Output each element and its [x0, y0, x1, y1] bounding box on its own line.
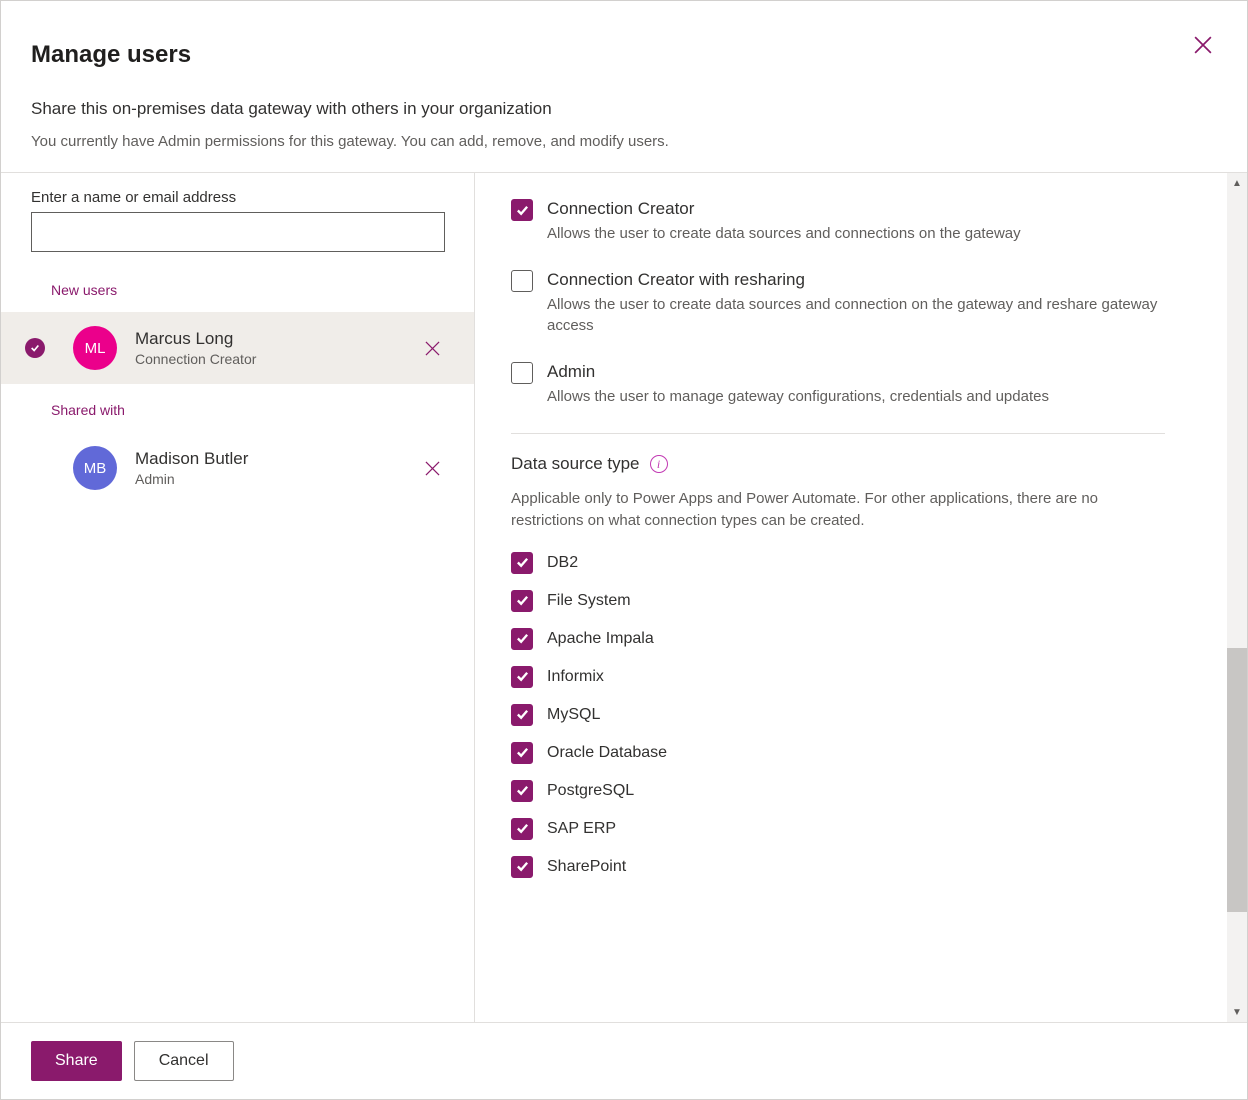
- data-source-label: Informix: [547, 668, 604, 686]
- role-description: Allows the user to create data sources a…: [547, 223, 1021, 244]
- role-checkbox[interactable]: [511, 270, 533, 292]
- data-source-item: DB2: [511, 552, 1165, 574]
- data-source-item: Oracle Database: [511, 742, 1165, 764]
- share-button[interactable]: Share: [31, 1041, 122, 1081]
- close-icon: [1194, 36, 1212, 54]
- role-description: Allows the user to create data sources a…: [547, 294, 1165, 336]
- user-row[interactable]: ML Marcus Long Connection Creator: [1, 312, 474, 384]
- close-icon: [425, 341, 440, 356]
- avatar: MB: [73, 446, 117, 490]
- selected-indicator-icon: [25, 338, 45, 358]
- user-row[interactable]: MB Madison Butler Admin: [1, 432, 474, 504]
- scrollbar-track[interactable]: ▲ ▼: [1227, 173, 1247, 1022]
- dialog-footer: Share Cancel: [1, 1022, 1247, 1099]
- data-source-item: SAP ERP: [511, 818, 1165, 840]
- role-option-admin: Admin Allows the user to manage gateway …: [511, 362, 1165, 407]
- data-source-checkbox[interactable]: [511, 818, 533, 840]
- data-source-label: Oracle Database: [547, 744, 667, 762]
- data-source-type-title: Data source type: [511, 454, 640, 474]
- name-email-input[interactable]: [31, 212, 445, 252]
- role-description: Allows the user to manage gateway config…: [547, 386, 1049, 407]
- data-source-item: Informix: [511, 666, 1165, 688]
- shared-with-header: Shared with: [1, 384, 474, 432]
- data-source-checkbox[interactable]: [511, 742, 533, 764]
- close-icon: [425, 461, 440, 476]
- data-source-checkbox[interactable]: [511, 704, 533, 726]
- data-source-label: SharePoint: [547, 858, 626, 876]
- data-source-checkbox[interactable]: [511, 780, 533, 802]
- data-source-item: Apache Impala: [511, 628, 1165, 650]
- data-source-item: SharePoint: [511, 856, 1165, 878]
- data-source-checkbox[interactable]: [511, 590, 533, 612]
- cancel-button[interactable]: Cancel: [134, 1041, 234, 1081]
- chevron-down-icon[interactable]: ▼: [1227, 1002, 1247, 1022]
- data-source-label: SAP ERP: [547, 820, 616, 838]
- data-source-checkbox[interactable]: [511, 856, 533, 878]
- divider: [511, 433, 1165, 434]
- data-source-label: File System: [547, 592, 631, 610]
- role-option-connection-creator: Connection Creator Allows the user to cr…: [511, 199, 1165, 244]
- role-option-connection-creator-resharing: Connection Creator with resharing Allows…: [511, 270, 1165, 336]
- users-panel: Enter a name or email address New users …: [1, 173, 475, 1022]
- remove-user-button[interactable]: [418, 454, 446, 482]
- data-source-type-note: Applicable only to Power Apps and Power …: [511, 488, 1165, 532]
- data-source-item: File System: [511, 590, 1165, 612]
- user-role: Admin: [135, 471, 418, 487]
- role-label: Admin: [547, 362, 1049, 382]
- data-source-item: MySQL: [511, 704, 1165, 726]
- remove-user-button[interactable]: [418, 334, 446, 362]
- close-button[interactable]: [1187, 29, 1219, 61]
- role-label: Connection Creator with resharing: [547, 270, 1165, 290]
- user-role: Connection Creator: [135, 351, 418, 367]
- page-title: Manage users: [31, 41, 1217, 69]
- dialog-header: Manage users Share this on-premises data…: [1, 1, 1247, 173]
- manage-users-dialog: Manage users Share this on-premises data…: [0, 0, 1248, 1100]
- data-source-label: Apache Impala: [547, 630, 654, 648]
- page-subtitle: Share this on-premises data gateway with…: [31, 99, 1217, 119]
- dialog-body: Enter a name or email address New users …: [1, 173, 1247, 1022]
- role-checkbox[interactable]: [511, 362, 533, 384]
- new-users-header: New users: [1, 264, 474, 312]
- chevron-up-icon[interactable]: ▲: [1227, 173, 1247, 193]
- data-source-item: PostgreSQL: [511, 780, 1165, 802]
- permissions-panel: ▲ ▼ Connection Creator Allows the user t…: [475, 173, 1247, 1022]
- scrollbar-thumb[interactable]: [1227, 648, 1247, 912]
- data-source-label: PostgreSQL: [547, 782, 634, 800]
- data-source-checkbox[interactable]: [511, 666, 533, 688]
- name-input-label: Enter a name or email address: [31, 189, 444, 206]
- avatar: ML: [73, 326, 117, 370]
- info-icon[interactable]: i: [650, 455, 668, 473]
- data-source-label: DB2: [547, 554, 578, 572]
- data-source-label: MySQL: [547, 706, 600, 724]
- role-checkbox[interactable]: [511, 199, 533, 221]
- user-name: Marcus Long: [135, 329, 418, 349]
- data-source-checkbox[interactable]: [511, 628, 533, 650]
- user-name: Madison Butler: [135, 449, 418, 469]
- permissions-note: You currently have Admin permissions for…: [31, 133, 1217, 150]
- role-label: Connection Creator: [547, 199, 1021, 219]
- data-source-checkbox[interactable]: [511, 552, 533, 574]
